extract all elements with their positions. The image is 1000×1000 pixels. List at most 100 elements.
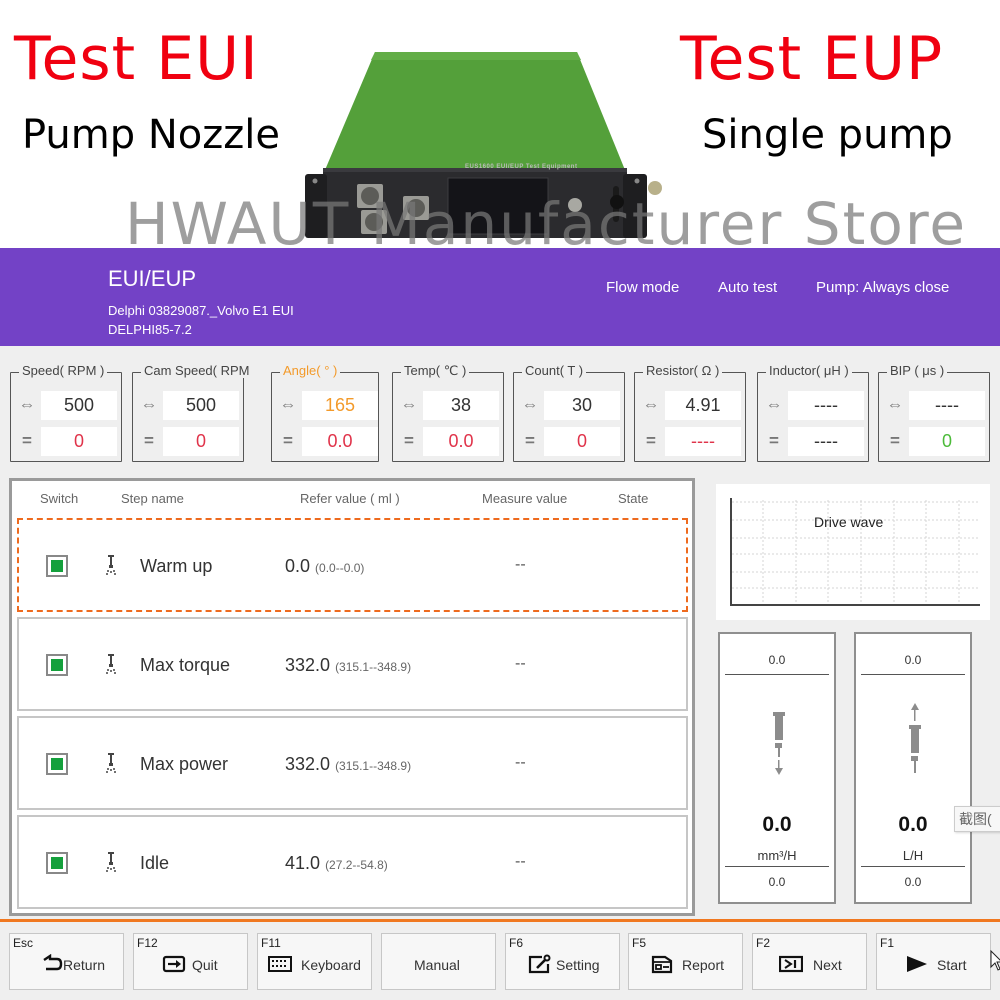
- nozzle-icon: [106, 555, 116, 575]
- drive-wave-title: Drive wave: [814, 514, 884, 530]
- gauge-bottom-value: 0.0: [904, 875, 922, 889]
- manual-button[interactable]: Manual: [381, 933, 496, 990]
- step-name: Max torque: [140, 655, 231, 675]
- step-enable-checkbox[interactable]: [46, 654, 68, 676]
- param-actual-value: ----: [788, 427, 864, 456]
- start-icon: [907, 956, 927, 972]
- report-button[interactable]: F5 Report: [628, 933, 743, 990]
- promo-banner: Test EUI Pump Nozzle Test EUP Single pum…: [0, 0, 1000, 250]
- auto-test-link[interactable]: Auto test: [718, 279, 777, 296]
- actual-value-equals-icon: =: [144, 431, 154, 450]
- injector-code: DELPHI85-7.2: [108, 322, 192, 337]
- step-row[interactable]: Idle 41.0 (27.2--54.8) --: [17, 815, 688, 909]
- return-flow-gauge: 0.0 0.0 L/H 0.0: [854, 632, 972, 904]
- step-row[interactable]: Max power 332.0 (315.1--348.9) --: [17, 716, 688, 810]
- step-measure-value: --: [515, 853, 526, 870]
- setting-icon: [528, 954, 551, 974]
- param-actual-value: 0: [163, 427, 239, 456]
- nozzle-icon: [106, 753, 116, 773]
- step-name: Max power: [140, 754, 229, 774]
- button-label: Keyboard: [301, 957, 361, 973]
- button-label: Start: [937, 957, 967, 973]
- set-value-arrows-icon: ⇔: [521, 395, 539, 414]
- param-set-value[interactable]: 500: [41, 391, 117, 420]
- param-box: Speed( RPM ) ⇔ 500 = 0: [10, 363, 122, 462]
- button-label: Manual: [414, 957, 460, 973]
- promo-title-right: Test EUP: [680, 24, 944, 94]
- param-set-row: ⇔ 38: [399, 391, 499, 420]
- shortcut-key: F2: [756, 936, 771, 950]
- app-header: EUI/EUP Delphi 03829087._Volvo E1 EUI DE…: [0, 248, 1000, 346]
- param-label: Cam Speed( RPM: [141, 363, 253, 378]
- step-row[interactable]: Max torque 332.0 (315.1--348.9) --: [17, 617, 688, 711]
- param-actual-row: = 0.0: [399, 427, 499, 456]
- param-set-value[interactable]: 4.91: [665, 391, 741, 420]
- param-label: Resistor( Ω ): [643, 363, 723, 378]
- param-box: Inductor( μH ) ⇔ ---- = ----: [757, 363, 869, 462]
- param-set-value[interactable]: 500: [163, 391, 239, 420]
- step-enable-checkbox[interactable]: [46, 555, 68, 577]
- button-label: Report: [682, 957, 725, 973]
- shortcut-key: Esc: [13, 936, 34, 950]
- param-actual-row: = 0.0: [278, 427, 378, 456]
- refer-value: 332.0: [285, 754, 331, 774]
- quit-button[interactable]: F12 Quit: [133, 933, 248, 990]
- refer-value: 41.0: [285, 853, 321, 873]
- param-actual-value: 0: [41, 427, 117, 456]
- gauge-top-value: 0.0: [768, 653, 786, 667]
- flow-mode-link[interactable]: Flow mode: [606, 279, 679, 296]
- shortcut-key: F1: [880, 936, 895, 950]
- gauge-top-value: 0.0: [904, 653, 922, 667]
- header-step-name: Step name: [121, 491, 184, 506]
- keyboard-icon: [268, 956, 292, 972]
- setting-button[interactable]: F6 Setting: [505, 933, 620, 990]
- divider: [861, 866, 965, 867]
- param-set-value[interactable]: 38: [423, 391, 499, 420]
- param-set-value[interactable]: 30: [544, 391, 620, 420]
- param-set-value[interactable]: ----: [788, 391, 864, 420]
- param-set-value[interactable]: ----: [909, 391, 985, 420]
- param-label: Count( T ): [522, 363, 587, 378]
- next-button[interactable]: F2 Next: [752, 933, 867, 990]
- param-set-row: ⇔ 4.91: [641, 391, 741, 420]
- step-name: Warm up: [140, 556, 213, 576]
- param-actual-row: = 0: [139, 427, 239, 456]
- param-label: Inductor( μH ): [766, 363, 852, 378]
- refer-range: (315.1--348.9): [335, 660, 412, 674]
- return-button[interactable]: Esc Return: [9, 933, 124, 990]
- drive-wave-chart: Drive wave: [716, 484, 990, 620]
- app-title: EUI/EUP: [108, 266, 197, 291]
- step-measure-value: --: [515, 556, 526, 573]
- keyboard-button[interactable]: F11 Keyboard: [257, 933, 372, 990]
- step-refer-value: 332.0 (315.1--348.9): [285, 754, 411, 775]
- set-value-arrows-icon: ⇔: [642, 395, 660, 414]
- param-actual-row: = 0: [520, 427, 620, 456]
- actual-value-equals-icon: =: [890, 431, 900, 450]
- return-up-icon: [909, 703, 921, 773]
- refer-value: 332.0: [285, 655, 331, 675]
- set-value-arrows-icon: ⇔: [140, 395, 158, 414]
- param-box: Cam Speed( RPM ⇔ 500 = 0: [132, 363, 253, 462]
- param-box: Angle( ° ) ⇔ 165 = 0.0: [271, 363, 379, 462]
- start-button[interactable]: F1 Start: [876, 933, 991, 990]
- step-measure-value: --: [515, 655, 526, 672]
- param-set-value[interactable]: 165: [302, 391, 378, 420]
- header-refer-value: Refer value ( ml ): [300, 491, 400, 506]
- param-actual-row: = 0: [885, 427, 985, 456]
- param-set-row: ⇔ ----: [885, 391, 985, 420]
- step-name: Idle: [140, 853, 170, 873]
- pump-mode-link[interactable]: Pump: Always close: [816, 279, 949, 296]
- injector-model: Delphi 03829087._Volvo E1 EUI: [108, 303, 294, 318]
- actual-value-equals-icon: =: [646, 431, 656, 450]
- button-label: Quit: [192, 957, 218, 973]
- test-steps-table: Switch Step name Refer value ( ml ) Meas…: [9, 478, 695, 916]
- injection-down-icon: [773, 712, 785, 775]
- shortcut-key: F12: [137, 936, 158, 950]
- param-actual-value: 0: [544, 427, 620, 456]
- main-panel: Speed( RPM ) ⇔ 500 = 0 Cam Speed( RPM ⇔ 500 = 0 An…: [0, 346, 1000, 1000]
- gauge-unit: L/H: [902, 848, 924, 863]
- injection-flow-gauge: 0.0 0.0 mm³/H 0.0: [718, 632, 836, 904]
- step-row[interactable]: Warm up 0.0 (0.0--0.0) --: [17, 518, 688, 612]
- step-enable-checkbox[interactable]: [46, 753, 68, 775]
- step-enable-checkbox[interactable]: [46, 852, 68, 874]
